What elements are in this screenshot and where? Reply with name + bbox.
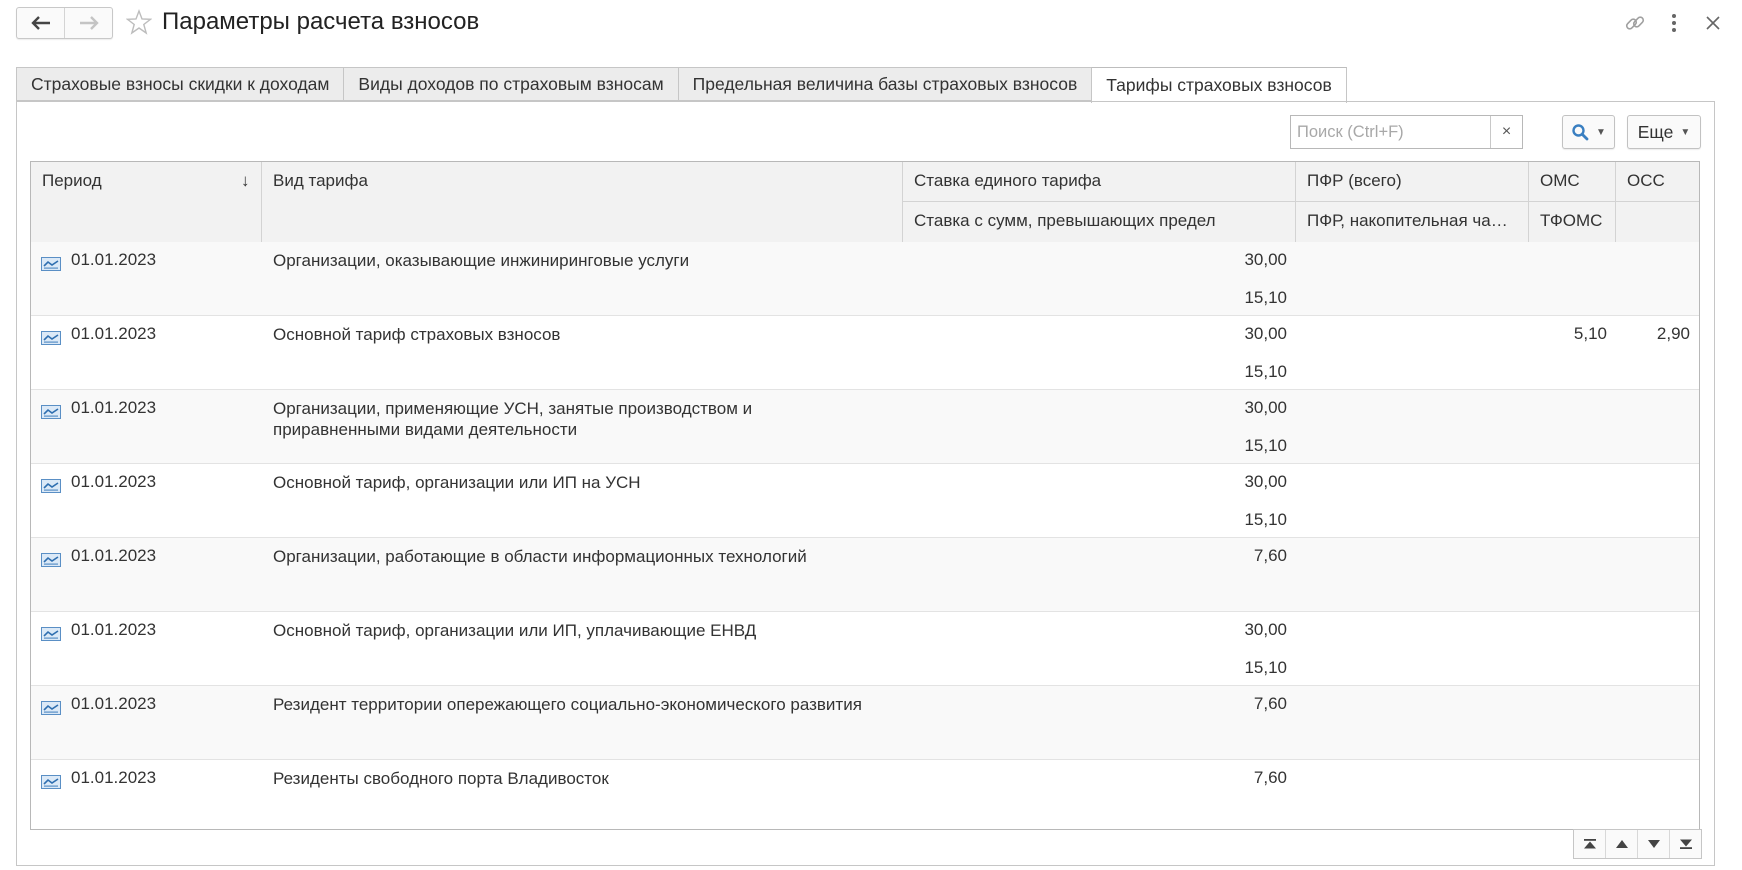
register-record-icon <box>41 479 61 493</box>
cell-over-limit-rate: 15,10 <box>1244 510 1287 529</box>
cell-oss: 2,90 <box>1656 324 1690 343</box>
register-record-icon <box>41 627 61 641</box>
table-row[interactable]: 01.01.2023 Организации, применяющие УСН, … <box>31 390 1699 464</box>
register-record-icon <box>41 701 61 715</box>
register-record-icon <box>41 331 61 345</box>
cell-tariff-type: Организации, работающие в области информ… <box>273 547 807 566</box>
column-header-unified-rate[interactable]: Ставка единого тарифа <box>903 171 1295 191</box>
arrow-right-icon <box>79 16 99 30</box>
triangle-down-icon <box>1647 840 1660 848</box>
link-button[interactable] <box>1622 10 1648 36</box>
column-header-oss[interactable]: ОСС <box>1616 171 1699 191</box>
register-record-icon <box>41 405 61 419</box>
arrow-left-icon <box>30 16 50 30</box>
sort-down-icon: ↓ <box>241 171 250 190</box>
cell-unified-rate: 30,00 <box>1244 472 1287 491</box>
cell-unified-rate: 30,00 <box>1244 398 1287 417</box>
cell-tariff-type: Резидент территории опережающего социаль… <box>273 695 862 714</box>
more-button[interactable]: Еще ▼ <box>1627 115 1701 149</box>
triangle-up-icon <box>1615 840 1628 848</box>
scroll-to-first-button[interactable] <box>1574 830 1605 858</box>
cell-unified-rate: 30,00 <box>1244 250 1287 269</box>
column-header-oms[interactable]: ОМС <box>1529 171 1615 191</box>
cell-unified-rate: 7,60 <box>1253 694 1287 713</box>
cell-unified-rate: 30,00 <box>1244 324 1287 343</box>
cell-over-limit-rate: 15,10 <box>1244 288 1287 307</box>
table-row[interactable]: 01.01.2023 Резиденты свободного порта Вла… <box>31 760 1699 829</box>
list-scroll-navigation <box>1573 829 1702 859</box>
tariffs-table[interactable]: Период ↓ Вид тарифа Ставка единого тариф… <box>30 161 1700 830</box>
scroll-to-last-button[interactable] <box>1669 830 1701 858</box>
star-icon <box>125 9 153 35</box>
column-header-pfr-total[interactable]: ПФР (всего) <box>1296 171 1528 191</box>
cell-period: 01.01.2023 <box>71 768 157 787</box>
table-row[interactable]: 01.01.2023 Организации, оказывающие инжин… <box>31 242 1699 316</box>
cell-tariff-type: Основной тариф, организации или ИП, упла… <box>273 621 757 640</box>
table-header: Период ↓ Вид тарифа Ставка единого тариф… <box>31 162 1699 243</box>
column-header-over-limit-rate[interactable]: Ставка с сумм, превышающих предел <box>903 211 1295 231</box>
search-button[interactable]: ▼ <box>1562 115 1615 149</box>
tab-income-types[interactable]: Виды доходов по страховым взносам <box>343 67 678 101</box>
tab-bar: Страховые взносы скидки к доходам Виды д… <box>16 67 1347 103</box>
more-vertical-icon <box>1672 14 1676 32</box>
cell-period: 01.01.2023 <box>71 398 157 417</box>
chevron-down-icon: ▼ <box>1680 126 1691 138</box>
more-button-label: Еще <box>1637 121 1674 142</box>
more-menu-button[interactable] <box>1664 10 1684 36</box>
table-row[interactable]: 01.01.2023 Организации, работающие в обла… <box>31 538 1699 612</box>
link-icon <box>1625 16 1645 30</box>
page-title: Параметры расчета взносов <box>162 8 480 35</box>
forward-button[interactable] <box>64 8 112 38</box>
cell-tariff-type: Организации, применяющие УСН, занятые пр… <box>273 399 753 439</box>
cell-period: 01.01.2023 <box>71 694 157 713</box>
cell-over-limit-rate: 15,10 <box>1244 436 1287 455</box>
column-header-tariff-type[interactable]: Вид тарифа <box>262 171 832 191</box>
title-bar: Параметры расчета взносов <box>0 0 1742 46</box>
cell-unified-rate: 7,60 <box>1253 768 1287 787</box>
scroll-up-button[interactable] <box>1605 830 1637 858</box>
cell-tariff-type: Основной тариф страховых взносов <box>273 325 561 344</box>
cell-over-limit-rate: 15,10 <box>1244 658 1287 677</box>
search-icon <box>1572 124 1589 141</box>
column-header-pfr-funded[interactable]: ПФР, накопительная часть <box>1296 211 1514 231</box>
tab-insurance-deductions[interactable]: Страховые взносы скидки к доходам <box>16 67 344 101</box>
table-row[interactable]: 01.01.2023 Основной тариф, организации ил… <box>31 612 1699 686</box>
cell-oms: 5,10 <box>1573 324 1607 343</box>
register-record-icon <box>41 257 61 271</box>
cell-period: 01.01.2023 <box>71 324 157 343</box>
close-icon <box>1706 16 1720 30</box>
cell-unified-rate: 30,00 <box>1244 620 1287 639</box>
last-page-icon <box>1679 839 1692 849</box>
navigation-buttons <box>16 7 113 39</box>
header-row-divider <box>903 201 1699 202</box>
scroll-down-button[interactable] <box>1637 830 1669 858</box>
first-page-icon <box>1583 839 1596 849</box>
back-button[interactable] <box>17 8 64 38</box>
cell-over-limit-rate: 15,10 <box>1244 362 1287 381</box>
cell-period: 01.01.2023 <box>71 620 157 639</box>
cell-tariff-type: Основной тариф, организации или ИП на УС… <box>273 473 641 492</box>
column-header-tfoms[interactable]: ТФОМС <box>1529 211 1615 231</box>
cell-period: 01.01.2023 <box>71 250 157 269</box>
cell-tariff-type: Организации, оказывающие инжиниринговые … <box>273 251 690 270</box>
table-row[interactable]: 01.01.2023 Резидент территории опережающе… <box>31 686 1699 760</box>
column-header-period[interactable]: Период <box>31 171 231 191</box>
table-row[interactable]: 01.01.2023 Основной тариф страховых взнос… <box>31 316 1699 390</box>
cell-period: 01.01.2023 <box>71 546 157 565</box>
cell-unified-rate: 7,60 <box>1253 546 1287 565</box>
chevron-down-icon: ▼ <box>1596 126 1606 138</box>
search-field: × <box>1290 115 1523 149</box>
table-row[interactable]: 01.01.2023 Основной тариф, организации ил… <box>31 464 1699 538</box>
tab-tariffs[interactable]: Тарифы страховых взносов <box>1091 67 1347 103</box>
search-clear-button[interactable]: × <box>1490 116 1522 148</box>
cell-period: 01.01.2023 <box>71 472 157 491</box>
register-record-icon <box>41 775 61 789</box>
favorite-button[interactable] <box>125 9 153 35</box>
register-record-icon <box>41 553 61 567</box>
tab-base-limit[interactable]: Предельная величина базы страховых взнос… <box>677 67 1092 101</box>
cell-tariff-type: Резиденты свободного порта Владивосток <box>273 769 609 788</box>
search-input[interactable] <box>1291 116 1490 148</box>
close-button[interactable] <box>1702 10 1724 36</box>
